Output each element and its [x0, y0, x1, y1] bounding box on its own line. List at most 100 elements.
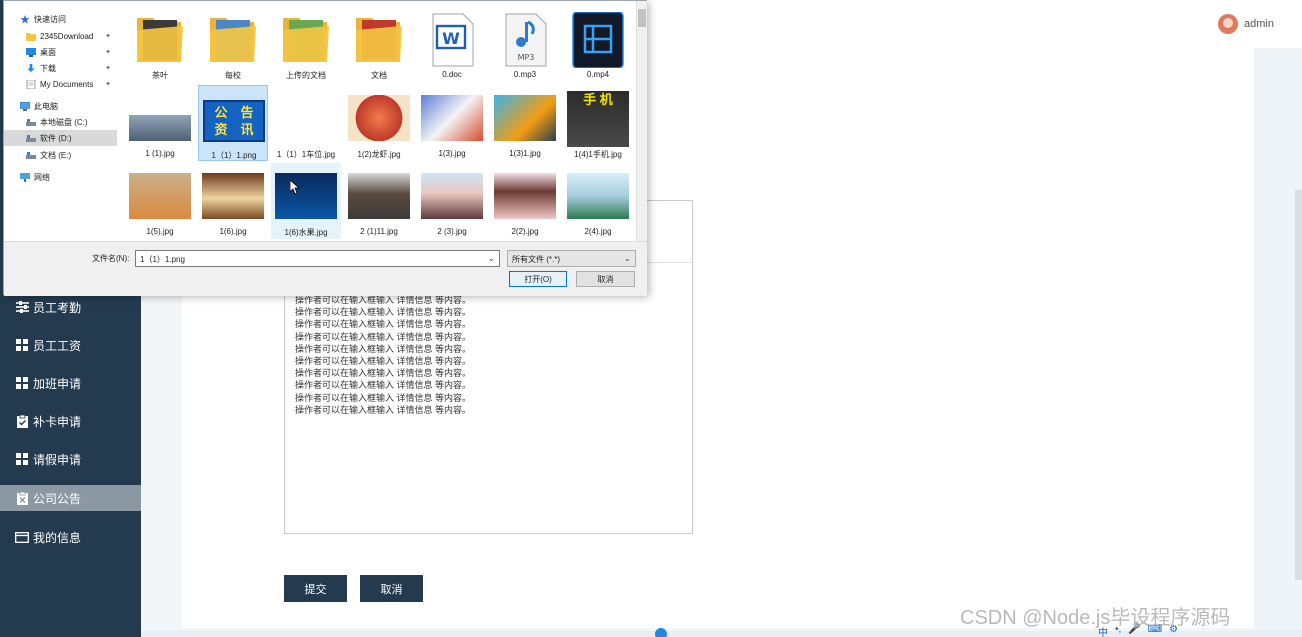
file-name-label: 茶叶 [152, 71, 168, 80]
sidebar-item-my-info[interactable]: 我的信息 [0, 524, 141, 550]
submit-button[interactable]: 提交 [284, 575, 347, 602]
grid-icon [15, 452, 29, 466]
sliders-icon [15, 300, 29, 314]
sidebar-item-label: 我的信息 [33, 530, 82, 545]
file-tile[interactable]: 文档 [344, 6, 414, 82]
editor-content[interactable]: 操作者可以在输入框输入 详情信息 等内容。 操作者可以在输入框输入 详情信息 等… [295, 294, 471, 416]
editor-line: 操作者可以在输入框输入 详情信息 等内容。 [295, 356, 472, 367]
pin-icon: ✦ [105, 49, 111, 56]
nav-item-label: 2345Download [40, 31, 94, 41]
sidebar-item-announcements[interactable]: 公司公告 [0, 485, 141, 511]
editor-line: 操作者可以在输入框输入 详情信息 等内容。 [295, 392, 472, 403]
file-tile[interactable]: 上传的文档 [271, 6, 341, 82]
file-tile[interactable]: 2(2).jpg [490, 163, 560, 239]
navigation-pane: 快速访问 2345Download ✦ 桌面 ✦ 下载 ✦ My Documents ✦ 此电脑本… [4, 1, 117, 241]
cancel-button[interactable]: 取消 [360, 575, 423, 602]
user-menu[interactable]: admin [1218, 14, 1274, 34]
file-name-label: 1（1）1.png [211, 151, 257, 160]
image-thumbnail [567, 169, 629, 225]
card-icon [15, 530, 29, 544]
file-tile[interactable]: MP3 0.mp3 [490, 6, 560, 82]
nav-item-label: 下载 [40, 63, 56, 73]
open-button[interactable]: 打开(O) [509, 271, 567, 287]
grid-icon [15, 376, 29, 390]
chevron-down-icon[interactable]: ⌄ [624, 254, 631, 263]
file-tile[interactable]: 1(3).jpg [417, 85, 487, 161]
clipboard-x-icon [15, 491, 29, 505]
filetype-select[interactable]: 所有文件 (*.*) [507, 250, 636, 267]
file-tile[interactable]: 公 告资 讯 1（1）1.png [198, 85, 268, 161]
image-preview [202, 173, 264, 219]
file-list-scrollbar[interactable] [636, 1, 647, 241]
sidebar-item-overtime[interactable]: 加班申请 [0, 370, 141, 396]
sidebar-item-salary[interactable]: 员工工资 [0, 332, 141, 358]
avatar [1218, 14, 1239, 34]
drive-icon [26, 151, 36, 160]
keyboard-icon[interactable]: ⌨ [1148, 624, 1162, 637]
sidebar-item-label: 员工考勤 [33, 300, 82, 315]
nav-item[interactable]: 本地磁盘 (C:) [4, 114, 117, 130]
file-tile[interactable]: 2(4).jpg [563, 163, 633, 239]
file-tile[interactable]: 0.mp4 [563, 6, 633, 82]
file-tile[interactable]: 手 机 1(4)1手机.jpg [563, 85, 633, 161]
microphone-icon[interactable]: 🎤 [1128, 624, 1140, 637]
chevron-down-icon[interactable]: ⌄ [488, 254, 495, 263]
file-tile[interactable]: 1(5).jpg [125, 163, 195, 239]
drive-icon [26, 134, 36, 143]
folder-icon [26, 32, 36, 41]
file-tile[interactable]: 2 (1)11.jpg [344, 163, 414, 239]
sidebar-item-card-replacement[interactable]: 补卡申请 [0, 408, 141, 434]
download-icon [26, 63, 36, 73]
computer-icon [19, 101, 31, 111]
nav-item[interactable]: 软件 (D:) [4, 130, 117, 146]
file-tile[interactable]: 每校 [198, 6, 268, 82]
nav-item[interactable]: My Documents ✦ [4, 76, 117, 92]
file-tile[interactable]: W 0.doc [417, 6, 487, 82]
nav-item[interactable]: 网络 [4, 169, 117, 185]
file-tile[interactable]: 1(6)水果.jpg [271, 163, 341, 239]
floating-dot-icon[interactable] [655, 628, 667, 637]
nav-item[interactable]: 文档 (E:) [4, 147, 117, 163]
file-tile[interactable]: 2 (3).jpg [417, 163, 487, 239]
image-preview [567, 173, 629, 219]
nav-item[interactable]: 此电脑 [4, 98, 117, 114]
image-thumbnail: 手 机 [567, 91, 629, 147]
file-list[interactable]: 茶叶 每校 上传的文档 文档 W 0.doc MP3 0.mp3 0.mp4 1 (1).jpg 公… [117, 1, 636, 241]
thumbnail-text: 手 机 [583, 92, 613, 107]
image-thumbnail [275, 169, 337, 225]
scrollbar-thumb[interactable] [638, 9, 646, 27]
file-tile[interactable]: 1(6).jpg [198, 163, 268, 239]
sidebar-item-attendance[interactable]: 员工考勤 [0, 294, 141, 320]
file-tile[interactable]: 茶叶 [125, 6, 195, 82]
file-tile[interactable]: 1 (1).jpg [125, 85, 195, 161]
dialog-cancel-button[interactable]: 取消 [576, 271, 635, 287]
pin-icon: ✦ [105, 81, 111, 88]
sidebar-item-label: 公司公告 [33, 491, 82, 506]
file-tile[interactable]: 1(3)1.jpg [490, 85, 560, 161]
editor-line: 操作者可以在输入框输入 详情信息 等内容。 [295, 404, 472, 415]
sidebar-item-leave[interactable]: 请假申请 [0, 446, 141, 472]
nav-item-label: 桌面 [40, 47, 56, 57]
star-icon [20, 14, 30, 24]
nav-item[interactable]: 桌面 ✦ [4, 44, 117, 60]
sidebar-item-label: 员工工资 [33, 338, 82, 353]
punctuation-icon[interactable]: •, [1115, 624, 1121, 637]
file-tile[interactable]: 车 位 1（1）1车位.jpg [271, 85, 341, 161]
editor-line: 操作者可以在输入框输入 详情信息 等内容。 [295, 380, 472, 391]
file-name-label: 每校 [225, 71, 241, 80]
filename-input[interactable]: 1（1）1.png [135, 250, 500, 267]
mouse-cursor-icon [289, 179, 301, 198]
word-document-icon: W [421, 12, 483, 68]
folder-icon [202, 12, 264, 68]
nav-item-label: 文档 (E:) [40, 150, 72, 160]
nav-item[interactable]: 下载 ✦ [4, 60, 117, 76]
nav-item[interactable]: 快速访问 [4, 11, 117, 27]
settings-icon[interactable]: ⚙ [1169, 624, 1178, 637]
ime-indicator[interactable]: 中 [1098, 624, 1108, 637]
editor-line: 操作者可以在输入框输入 详情信息 等内容。 [295, 307, 472, 318]
audio-file-icon: MP3 [494, 12, 556, 68]
file-tile[interactable]: 1(2)龙虾.jpg [344, 85, 414, 161]
file-name-label: 0.mp3 [513, 70, 537, 79]
page-scrollbar[interactable] [1295, 190, 1302, 580]
nav-item[interactable]: 2345Download ✦ [4, 28, 117, 44]
